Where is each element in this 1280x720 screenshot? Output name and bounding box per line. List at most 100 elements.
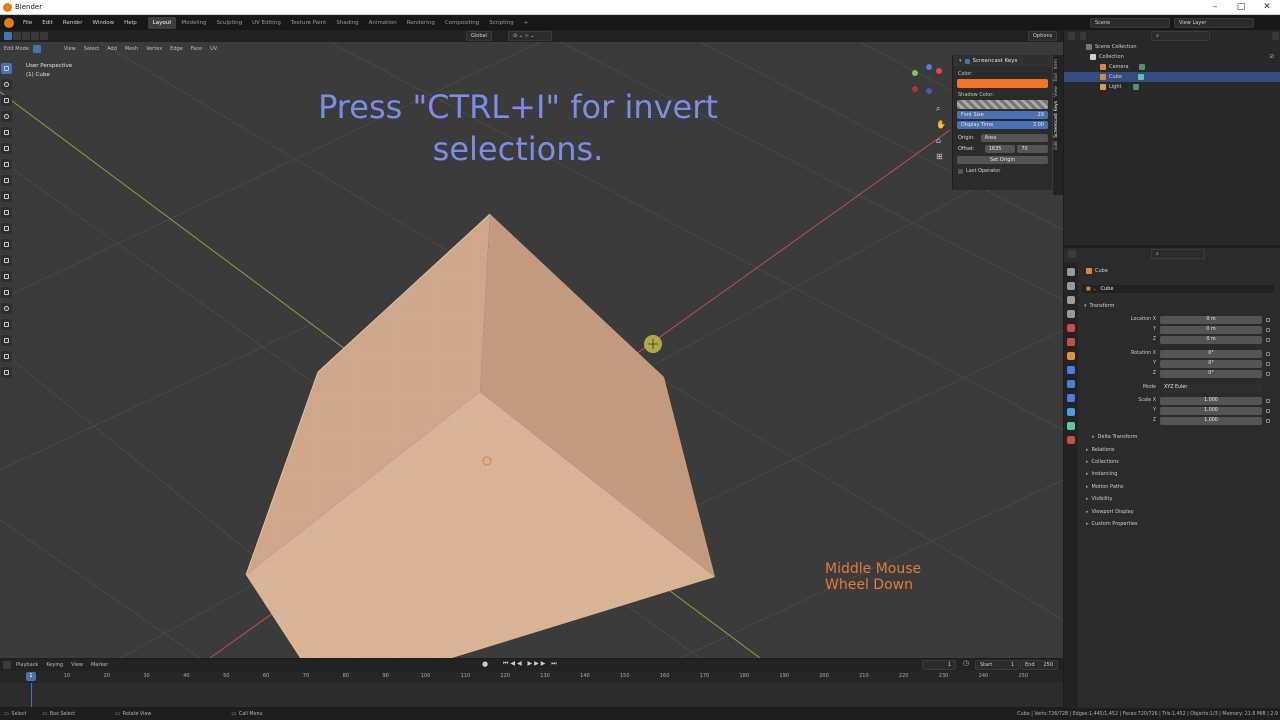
outliner-row-scene-collection[interactable]: Scene Collection [1064,42,1280,52]
menu-face[interactable]: Face [187,46,206,52]
end-frame-field[interactable]: End 250 [1020,660,1058,670]
origin-dropdown[interactable]: Area [980,134,1048,142]
enable-checkbox[interactable] [964,58,970,64]
keying-menu[interactable]: Keying [42,662,67,668]
collection-checkbox-icon[interactable]: ☑ [1270,54,1274,60]
pan-hand-icon[interactable]: ✋ [936,120,946,129]
minimize-icon[interactable]: – [1202,0,1228,15]
shear-tool-icon[interactable] [1,367,12,378]
keyframe-icon[interactable] [1266,362,1270,366]
edge-select-icon[interactable] [41,45,50,53]
screencast-keys-header[interactable]: ▾ Screencast Keys [953,55,1052,67]
collapse-arrow-icon[interactable]: ▾ [959,58,962,64]
close-icon[interactable]: ✕ [1254,0,1280,15]
vertex-select-icon[interactable] [32,45,41,53]
menu-edge[interactable]: Edge [166,46,187,52]
set-origin-button[interactable]: Set Origin [957,156,1048,164]
transform-panel-header[interactable]: ▾ Transform [1084,300,1114,312]
face-select-icon[interactable] [50,45,59,53]
select-tool-icon[interactable] [1,63,12,74]
keyframe-icon[interactable] [1266,399,1270,403]
world-tab-icon[interactable] [1067,338,1075,346]
menu-window[interactable]: Window [87,20,119,26]
outliner-editor-icon[interactable] [1068,32,1075,40]
data-tab-icon[interactable] [1067,422,1075,430]
add-cube-tool-icon[interactable] [1,191,12,202]
select-mode-icon[interactable] [13,32,21,40]
tab-compositing[interactable]: Compositing [440,17,484,29]
instancing-panel[interactable]: Instancing [1086,471,1118,477]
rotation-z-field[interactable]: 0° [1160,370,1262,378]
keyframe-icon[interactable] [1266,409,1270,413]
start-frame-field[interactable]: Start 1 [975,660,1019,670]
view-layer-tab-icon[interactable] [1067,310,1075,318]
particles-tab-icon[interactable] [1067,380,1075,388]
location-x-field[interactable]: 0 m [1160,316,1262,324]
measure-tool-icon[interactable] [1,175,12,186]
navigation-gizmo[interactable]: ⌕ ✋ ⌂ ⊞ [908,64,948,164]
record-icon[interactable]: ● [482,660,488,668]
blender-menu-icon[interactable] [4,18,14,28]
view-menu[interactable]: View [67,662,87,668]
x-axis-gizmo-icon[interactable] [936,68,942,74]
menu-edit[interactable]: Edit [37,20,58,26]
options-dropdown[interactable]: Options [1028,31,1058,41]
poly-build-tool-icon[interactable] [1,287,12,298]
rotation-y-field[interactable]: 0° [1160,360,1262,368]
move-tool-icon[interactable] [1,95,12,106]
motion-paths-panel[interactable]: Motion Paths [1086,484,1124,490]
filter-icon[interactable] [1272,32,1280,40]
relations-panel[interactable]: Relations [1086,447,1115,453]
timeline-track[interactable] [0,683,1063,707]
cube-mesh[interactable] [245,213,715,658]
font-size-field[interactable]: Font Size 29 [957,111,1048,119]
scene-tab-icon[interactable] [1067,324,1075,332]
keyframe-icon[interactable] [1266,352,1270,356]
view-layer-selector[interactable]: View Layer [1174,17,1254,28]
scale-y-field[interactable]: 1.000 [1160,407,1262,415]
neg-x-axis-gizmo-icon[interactable] [912,86,918,92]
extrude-tool-icon[interactable] [1,207,12,218]
keyframe-icon[interactable] [1266,419,1270,423]
object-tab-icon[interactable] [1067,352,1075,360]
keyframe-icon[interactable] [1266,328,1270,332]
neg-z-axis-gizmo-icon[interactable] [926,88,932,94]
snap-dropdown[interactable]: ⊙ ⌄ ⊹ ⌄ [508,31,552,41]
rotation-mode-dropdown[interactable]: XYZ Euler [1160,384,1262,392]
outliner-row-camera[interactable]: Camera [1064,62,1280,72]
tab-rendering[interactable]: Rendering [402,17,440,29]
constraints-tab-icon[interactable] [1067,408,1075,416]
menu-uv[interactable]: UV [206,46,221,52]
smooth-tool-icon[interactable] [1,319,12,330]
delta-transform-panel[interactable]: Delta Transform [1092,434,1138,440]
edge-slide-tool-icon[interactable] [1,335,12,346]
menu-render[interactable]: Render [58,20,88,26]
outliner-row-light[interactable]: Light [1064,82,1280,92]
rotation-x-field[interactable]: 0° [1160,350,1262,358]
viewport-display-panel[interactable]: Viewport Display [1086,509,1134,515]
playback-menu[interactable]: Playback [12,662,42,668]
physics-tab-icon[interactable] [1067,394,1075,402]
visibility-panel[interactable]: Visibility [1086,496,1113,502]
current-frame-field[interactable]: 1 [922,660,956,670]
tab-scripting[interactable]: Scripting [484,17,518,29]
offset-y-field[interactable]: 70 [1017,145,1048,153]
shrink-fatten-tool-icon[interactable] [1,351,12,362]
scene-selector[interactable]: Scene [1090,17,1170,28]
select-extend-icon[interactable] [31,32,39,40]
loop-cut-tool-icon[interactable] [1,255,12,266]
menu-select[interactable]: Select [80,46,103,52]
tab-edit[interactable]: Edit [1054,141,1059,150]
material-tab-icon[interactable] [1067,436,1075,444]
transform-orientation-dropdown[interactable]: Global [466,31,492,41]
properties-editor-icon[interactable] [1068,250,1076,258]
timeline-ruler[interactable]: 1 10 20 30 40 50 60 70 80 90 100 110 120 130 140 150 16… [0,671,1063,683]
menu-mesh[interactable]: Mesh [121,46,142,52]
tab-screencast-keys[interactable]: Screencast Keys [1054,101,1059,138]
clock-icon[interactable]: ◷ [963,659,969,667]
outliner-search-input[interactable]: ⌕ [1151,31,1211,41]
select-box-icon[interactable] [22,32,30,40]
inset-tool-icon[interactable] [1,223,12,234]
scale-tool-icon[interactable] [1,127,12,138]
display-mode-icon[interactable] [1079,32,1087,40]
